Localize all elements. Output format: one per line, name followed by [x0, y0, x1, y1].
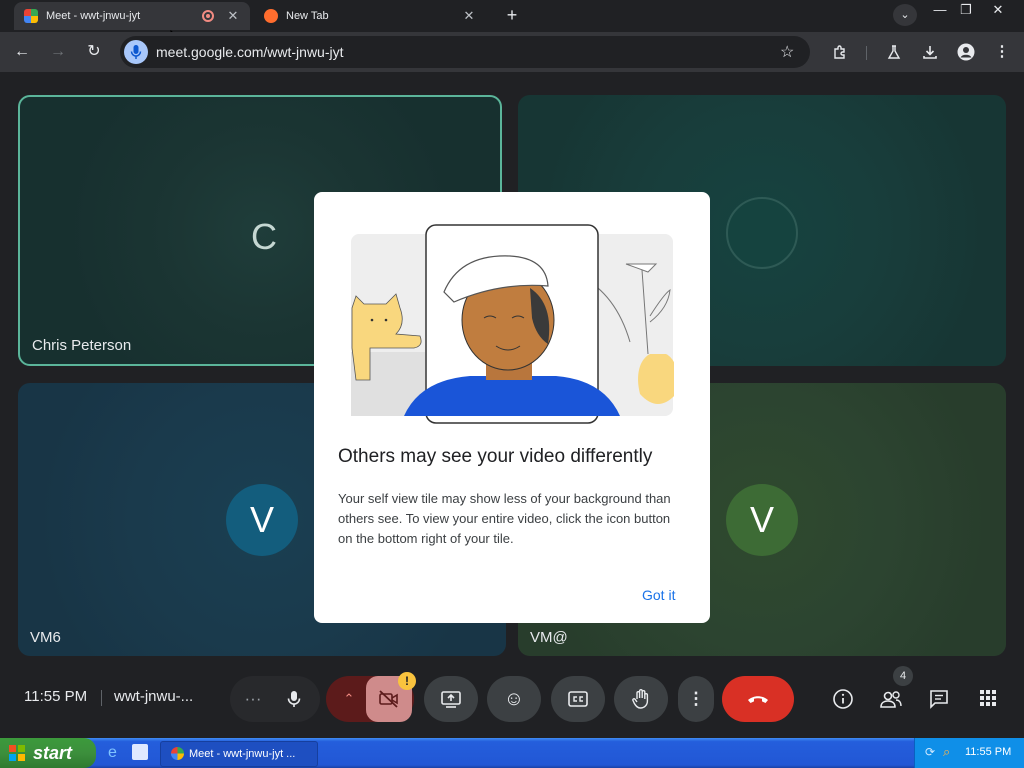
address-bar[interactable]: meet.google.com/wwt-jnwu-jyt ☆ [120, 36, 810, 68]
microphone-icon[interactable] [284, 689, 304, 709]
internet-explorer-icon[interactable]: e [108, 744, 126, 762]
hang-up-phone-icon [748, 696, 768, 703]
self-view-info-dialog: Others may see your video differently Yo… [314, 192, 710, 623]
smiley-icon: ☺ [503, 688, 525, 710]
toolbar-divider [866, 46, 867, 60]
raise-hand-button[interactable] [614, 676, 668, 722]
chrome-menu-icon[interactable]: ⋮ [990, 40, 1014, 64]
taskbar-item-label: Meet - wwt-jnwu-jyt ... [189, 748, 296, 760]
camera-control-group: ⌃ ! [326, 672, 416, 722]
more-vert-icon: ⋮ [687, 689, 705, 708]
search-icon[interactable]: ⌕ [943, 744, 950, 760]
meeting-code: wwt-jnwu-... [114, 688, 194, 705]
tab-title: Meet - wwt-jnwu-jyt [46, 10, 141, 22]
restore-button[interactable]: ❐ [952, 0, 980, 20]
present-icon [441, 691, 461, 708]
meeting-controls-bar: 11:55 PM wwt-jnwu-... ··· ⌃ ! ☺ ⋮ 4 [0, 658, 1024, 738]
present-screen-button[interactable] [424, 676, 478, 722]
system-tray: ⟳ ⌕ 11:55 PM [914, 738, 1024, 768]
participant-count-badge: 4 [893, 666, 913, 686]
leave-call-button[interactable] [722, 676, 794, 722]
info-icon [833, 689, 853, 709]
url-text: meet.google.com/wwt-jnwu-jyt [156, 44, 344, 60]
plus-icon[interactable]: + [500, 4, 524, 26]
taskbar-item-meet[interactable]: Meet - wwt-jnwu-jyt ... [160, 741, 318, 767]
camera-warning-badge: ! [398, 672, 416, 690]
avatar: V [226, 484, 298, 556]
google-meet-favicon-icon [24, 9, 38, 23]
extensions-icon[interactable] [828, 40, 852, 64]
people-icon [880, 691, 902, 708]
emoji-reactions-button[interactable]: ☺ [487, 676, 541, 722]
start-label: start [33, 743, 73, 763]
taskbar: start e Meet - wwt-jnwu-jyt ... ⟳ ⌕ 11:5… [0, 738, 1024, 768]
tab-title: New Tab [286, 10, 329, 22]
dialog-title: Others may see your video differently [338, 446, 653, 467]
apps-grid-icon [980, 690, 996, 706]
loading-spinner-icon [726, 197, 798, 269]
start-button[interactable]: start [0, 738, 96, 768]
more-options-button[interactable]: ⋮ [678, 676, 714, 722]
self-view-illustration [351, 224, 674, 424]
minimize-button[interactable]: — [926, 0, 954, 20]
tab-close-icon[interactable]: ✕ [460, 8, 478, 24]
browser-favicon-icon [264, 9, 278, 23]
close-window-button[interactable]: ✕ [984, 0, 1012, 20]
more-audio-options-icon[interactable]: ··· [238, 676, 268, 722]
participant-name: VM@ [530, 629, 568, 646]
participant-name: VM6 [30, 629, 61, 646]
hand-icon [632, 689, 649, 709]
closed-captions-icon [568, 691, 588, 707]
chat-button[interactable] [928, 688, 950, 710]
labs-flask-icon[interactable] [882, 40, 906, 64]
mic-control-group: ··· [230, 676, 320, 722]
reload-button[interactable]: ↻ [82, 40, 106, 64]
video-off-icon [379, 690, 398, 708]
recording-icon [202, 10, 214, 22]
quicklaunch-app-icon[interactable] [132, 744, 148, 760]
divider [101, 690, 102, 706]
chrome-icon [171, 747, 184, 760]
chat-icon [930, 690, 948, 709]
browser-toolbar: ← → ↻ meet.google.com/wwt-jnwu-jyt ☆ ⋮ [0, 32, 1024, 72]
avatar: C [251, 216, 277, 257]
network-icon[interactable]: ⟳ [925, 745, 935, 759]
download-icon[interactable] [918, 40, 942, 64]
windows-logo-icon [9, 745, 25, 761]
forward-button[interactable]: → [46, 40, 70, 64]
chevron-up-icon[interactable]: ⌃ [334, 676, 364, 722]
profile-avatar-icon[interactable] [954, 40, 978, 64]
meeting-clock: 11:55 PM [24, 688, 88, 705]
captions-button[interactable] [551, 676, 605, 722]
got-it-button[interactable]: Got it [642, 587, 675, 603]
activities-button[interactable] [978, 688, 998, 708]
bookmark-star-icon[interactable]: ☆ [780, 42, 794, 62]
tab-strip: Meet - wwt-jnwu-jyt ✕ New Tab ✕ + ⌄ — ❐ … [0, 0, 1024, 32]
participant-name: Chris Peterson [32, 337, 132, 354]
meeting-details-button[interactable] [832, 688, 854, 710]
avatar: V [726, 484, 798, 556]
tab-new-tab[interactable]: New Tab ✕ [254, 2, 486, 30]
tab-close-icon[interactable]: ✕ [224, 8, 242, 24]
tab-meet[interactable]: Meet - wwt-jnwu-jyt ✕ [14, 2, 250, 30]
dialog-body-text: Your self view tile may show less of you… [338, 491, 671, 546]
microphone-in-use-icon[interactable] [124, 40, 148, 64]
system-clock: 11:55 PM [965, 746, 1012, 758]
back-button[interactable]: ← [10, 40, 34, 64]
people-button[interactable] [878, 688, 904, 710]
chevron-down-icon[interactable]: ⌄ [893, 4, 917, 26]
